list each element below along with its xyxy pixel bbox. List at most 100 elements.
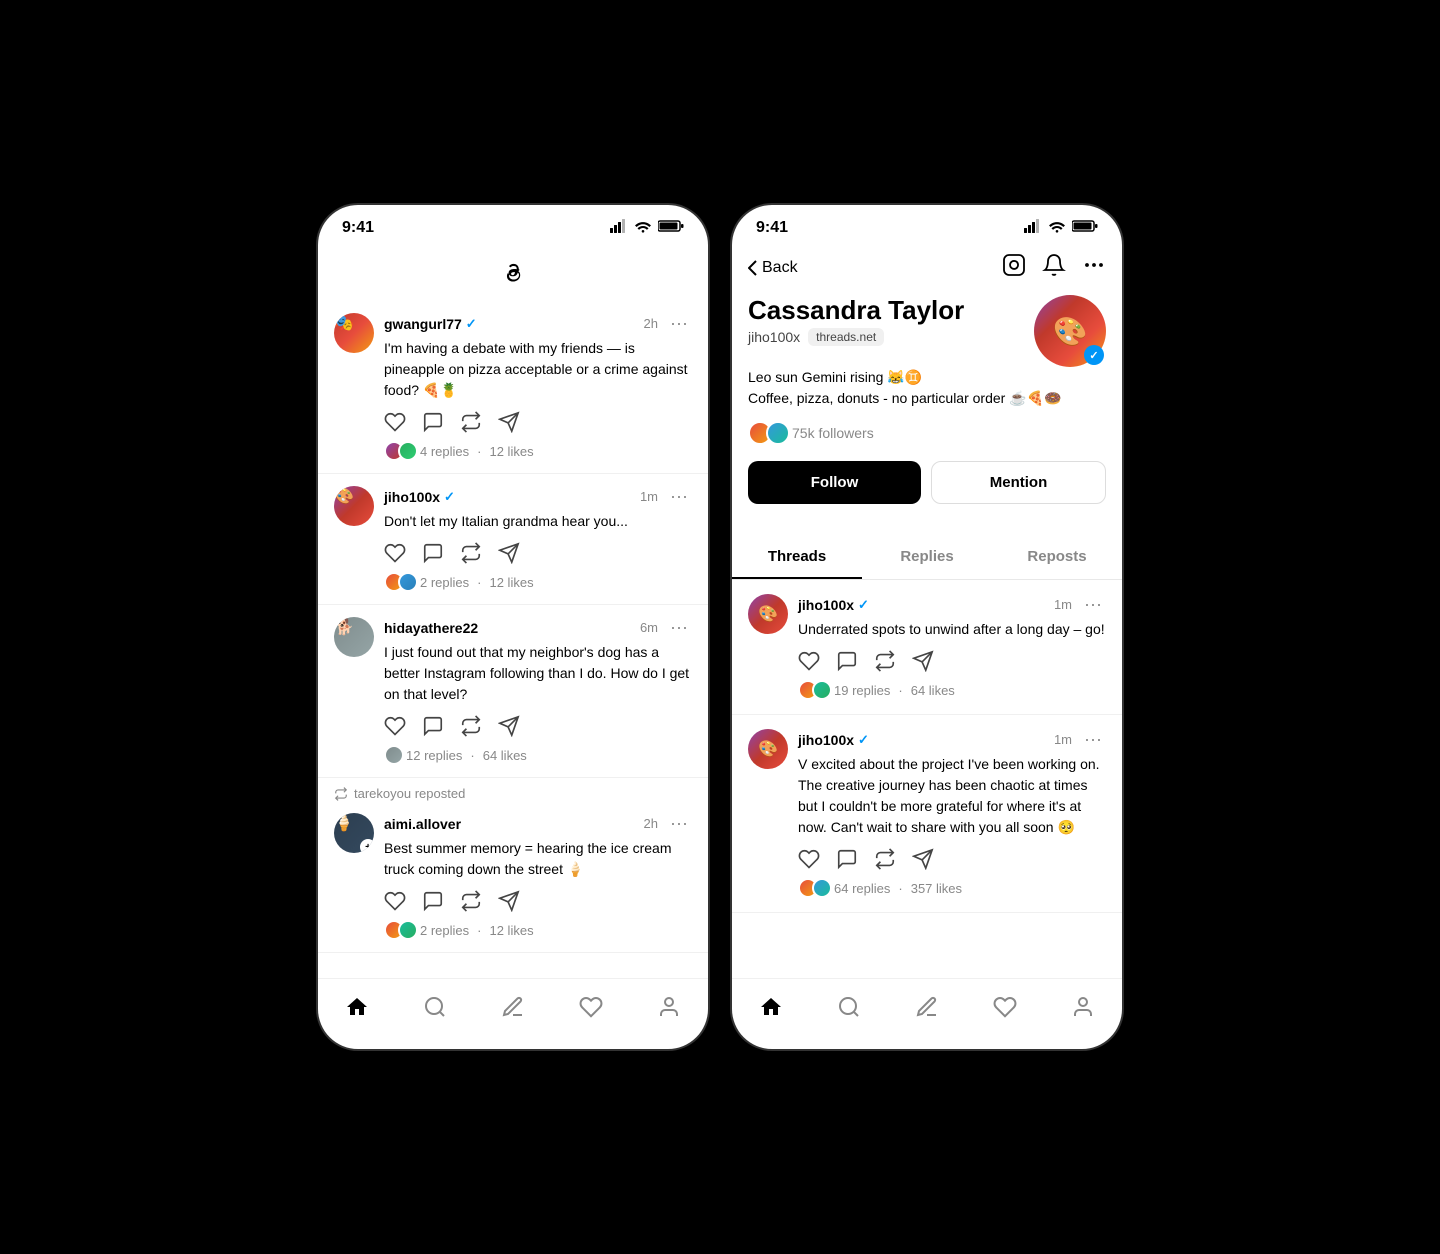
profile-post-2: 🎨 jiho100x ✓ 1m ··· V exci (732, 715, 1122, 913)
repost-btn-p2[interactable] (874, 848, 896, 870)
nav-profile-btn[interactable] (645, 991, 693, 1029)
battery-icon-profile (1072, 219, 1098, 237)
comment-btn-p1[interactable] (836, 650, 858, 672)
profile-post-text-2: V excited about the project I've been wo… (798, 754, 1106, 838)
mention-button[interactable]: Mention (931, 461, 1106, 504)
comment-btn-aimi[interactable] (422, 890, 444, 912)
avatar-jiho[interactable]: 🎨 (334, 486, 374, 526)
signal-icon-profile (1024, 219, 1042, 237)
wifi-icon-profile (1048, 219, 1066, 237)
feed-header (318, 245, 708, 301)
tab-replies[interactable]: Replies (862, 536, 992, 579)
post-hidaya: 🐕 hidayathere22 6m ··· I just found out … (318, 605, 708, 778)
repost-btn-p1[interactable] (874, 650, 896, 672)
profile-posts: 🎨 jiho100x ✓ 1m ··· Underr (732, 580, 1122, 978)
profile-handle-row: jiho100x threads.net (748, 328, 964, 346)
nav-profile-btn-profile[interactable] (1059, 991, 1107, 1029)
post-actions-jiho (384, 542, 692, 564)
post-meta-hidaya: hidayathere22 6m ··· I just found out th… (384, 617, 692, 705)
share-btn-hidaya[interactable] (498, 715, 520, 737)
post-actions-gwangurl (384, 411, 692, 433)
profile-handle: jiho100x (748, 329, 800, 345)
more-btn-p1[interactable]: ··· (1080, 594, 1106, 615)
repost-btn-aimi[interactable] (460, 890, 482, 912)
follower-avatars (748, 421, 784, 445)
post-stats-p1: 19 replies · 64 likes (798, 680, 1106, 700)
tab-reposts[interactable]: Reposts (992, 536, 1122, 579)
bell-btn[interactable] (1042, 253, 1066, 283)
profile-post-avatar-1[interactable]: 🎨 (748, 594, 788, 634)
post-time-gwangurl: 2h (644, 316, 658, 331)
back-button[interactable]: Back (748, 259, 798, 277)
nav-compose-btn[interactable] (489, 991, 537, 1029)
back-chevron-icon (748, 260, 758, 276)
post-meta-aimi: aimi.allover 2h ··· Best summer memory =… (384, 813, 692, 880)
like-btn-aimi[interactable] (384, 890, 406, 912)
comment-btn-gwangurl[interactable] (422, 411, 444, 433)
post-stats-gwangurl: 4 replies · 12 likes (384, 441, 692, 461)
avatar-hidaya[interactable]: 🐕 (334, 617, 374, 657)
repost-label: tarekoyou reposted (318, 778, 708, 801)
profile-name: Cassandra Taylor (748, 295, 964, 326)
profile-post-1: 🎨 jiho100x ✓ 1m ··· Underr (732, 580, 1122, 715)
post-stats-jiho: 2 replies · 12 likes (384, 572, 692, 592)
comment-btn-hidaya[interactable] (422, 715, 444, 737)
share-btn-p2[interactable] (912, 848, 934, 870)
more-btn-hidaya[interactable]: ··· (666, 617, 692, 638)
share-btn-gwangurl[interactable] (498, 411, 520, 433)
post-header-jiho: 🎨 jiho100x ✓ 1m ··· Don't (334, 486, 692, 532)
post-text-jiho: Don't let my Italian grandma hear you... (384, 511, 692, 532)
comment-btn-p2[interactable] (836, 848, 858, 870)
profile-top: Cassandra Taylor jiho100x threads.net 🎨 … (748, 295, 1106, 367)
post-username-hidaya: hidayathere22 (384, 620, 478, 636)
post-header-hidaya: 🐕 hidayathere22 6m ··· I just found out … (334, 617, 692, 705)
share-btn-aimi[interactable] (498, 890, 520, 912)
profile-header-bar: Back (732, 245, 1122, 295)
post-text-gwangurl: I'm having a debate with my friends — is… (384, 338, 692, 401)
verified-badge-profile: ✓ (1084, 345, 1104, 365)
nav-home-btn-profile[interactable] (747, 991, 795, 1029)
status-time-profile: 9:41 (756, 219, 788, 237)
more-btn-p2[interactable]: ··· (1080, 729, 1106, 750)
more-btn-aimi[interactable]: ··· (666, 813, 692, 834)
post-username-gwangurl: gwangurl77 ✓ (384, 316, 477, 332)
more-btn-profile[interactable] (1082, 253, 1106, 283)
nav-search-btn[interactable] (411, 991, 459, 1029)
repost-btn-gwangurl[interactable] (460, 411, 482, 433)
nav-activity-btn[interactable] (567, 991, 615, 1029)
nav-search-btn-profile[interactable] (825, 991, 873, 1029)
profile-post-avatar-2[interactable]: 🎨 (748, 729, 788, 769)
avatar-gwangurl[interactable]: 🎭 (334, 313, 374, 353)
follow-button[interactable]: Follow (748, 461, 921, 504)
more-btn-gwangurl[interactable]: ··· (666, 313, 692, 334)
nav-compose-btn-profile[interactable] (903, 991, 951, 1029)
verified-icon-gwangurl: ✓ (466, 316, 477, 332)
more-btn-jiho[interactable]: ··· (666, 486, 692, 507)
like-btn-p1[interactable] (798, 650, 820, 672)
verified-icon-p1: ✓ (858, 597, 869, 613)
like-btn-jiho[interactable] (384, 542, 406, 564)
post-text-aimi: Best summer memory = hearing the ice cre… (384, 838, 692, 880)
instagram-btn[interactable] (1002, 253, 1026, 283)
tab-threads[interactable]: Threads (732, 536, 862, 579)
like-btn-hidaya[interactable] (384, 715, 406, 737)
post-stats-hidaya: 12 replies · 64 likes (384, 745, 692, 765)
share-btn-jiho[interactable] (498, 542, 520, 564)
repost-btn-hidaya[interactable] (460, 715, 482, 737)
wifi-icon (634, 219, 652, 237)
nav-home-btn[interactable] (333, 991, 381, 1029)
feed-content: 🎭 gwangurl77 ✓ 2h ··· I'm (318, 301, 708, 978)
comment-btn-jiho[interactable] (422, 542, 444, 564)
avatar-aimi[interactable]: 🍦 + (334, 813, 374, 853)
share-btn-p1[interactable] (912, 650, 934, 672)
status-bar-profile: 9:41 (732, 205, 1122, 245)
profile-post-meta-2: jiho100x ✓ 1m ··· V excited about the pr… (798, 729, 1106, 838)
repost-btn-jiho[interactable] (460, 542, 482, 564)
battery-icon (658, 219, 684, 237)
like-btn-gwangurl[interactable] (384, 411, 406, 433)
status-icons-profile (1024, 219, 1098, 237)
nav-activity-btn-profile[interactable] (981, 991, 1029, 1029)
like-btn-p2[interactable] (798, 848, 820, 870)
avatar-plus-icon: + (360, 839, 374, 853)
verified-icon-p2: ✓ (858, 732, 869, 748)
